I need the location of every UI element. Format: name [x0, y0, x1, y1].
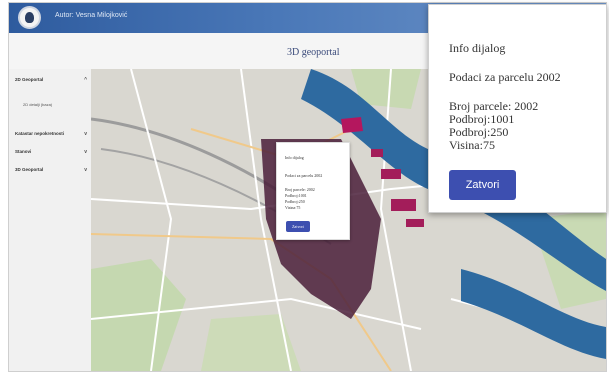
- dialog-line: Visina:75: [449, 138, 495, 152]
- map-highlight-area: [341, 117, 363, 133]
- sidebar-item-2d-geoportal[interactable]: 2D Geoportal ^: [15, 77, 87, 83]
- page-title: 3D geoportal: [287, 47, 340, 58]
- dialog-subtitle: Podaci za parcelu 2002: [285, 173, 323, 178]
- dialog-line: Broj parcele: 2002: [285, 187, 315, 192]
- dialog-subtitle: Podaci za parcelu 2002: [449, 70, 561, 84]
- chevron-down-icon: v: [84, 131, 87, 137]
- logo-emblem: [25, 12, 34, 23]
- info-dialog-small: Info dijalog Podaci za parcelu 2002 Broj…: [276, 142, 350, 240]
- sidebar-item-katastar[interactable]: Katastar nepokretnosti v: [15, 131, 87, 137]
- chevron-up-icon: ^: [84, 77, 87, 83]
- sidebar: 2D Geoportal ^ 2D detalji (baza) Katasta…: [9, 69, 92, 371]
- info-dialog-large: Info dijalog Podaci za parcelu 2002 Broj…: [428, 4, 607, 213]
- sidebar-subitem-2d-detalji[interactable]: 2D detalji (baza): [23, 102, 52, 107]
- dialog-title: Info dijalog: [449, 41, 506, 55]
- sidebar-item-stanovi[interactable]: Stanovi v: [15, 149, 87, 155]
- logo-icon: [18, 6, 41, 29]
- sidebar-item-label: Stanovi: [15, 149, 32, 154]
- sidebar-item-3d-geoportal[interactable]: 3D Geoportal v: [15, 167, 87, 173]
- close-button[interactable]: Zatvori: [449, 170, 516, 200]
- chevron-down-icon: v: [84, 167, 87, 173]
- sidebar-item-label: 3D Geoportal: [15, 167, 44, 172]
- author-text: Autor: Vesna Milojković: [55, 12, 128, 19]
- chevron-down-icon: v: [84, 149, 87, 155]
- dialog-title: Info dijalog: [285, 155, 304, 160]
- sidebar-item-label: 2D Geoportal: [15, 77, 44, 82]
- close-button[interactable]: Zatvori: [286, 221, 310, 232]
- dialog-line: Visina:75: [285, 205, 301, 210]
- dialog-line: Podbroj:1001: [285, 193, 307, 198]
- dialog-line: Podbroj:250: [285, 199, 305, 204]
- sidebar-item-label: Katastar nepokretnosti: [15, 131, 65, 136]
